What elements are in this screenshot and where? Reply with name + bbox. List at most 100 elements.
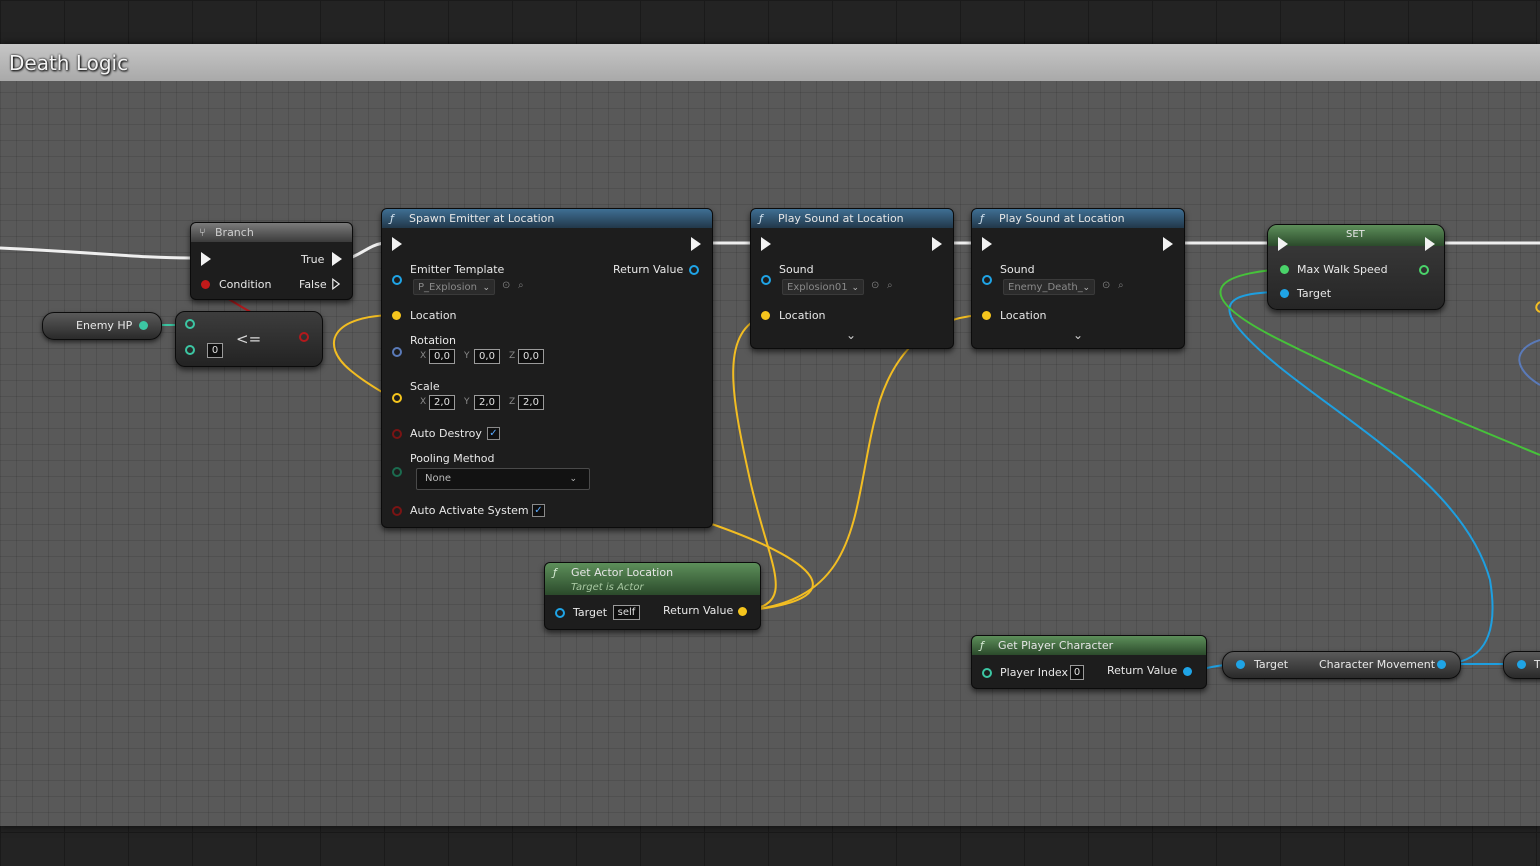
branch-exec-in-pin[interactable] bbox=[201, 252, 211, 266]
rotation-y-field[interactable]: 0,0 bbox=[474, 349, 500, 364]
spawn-rotation-pin[interactable] bbox=[392, 347, 402, 357]
chevron-down-icon: ⌄ bbox=[1082, 283, 1090, 293]
checkmark-icon: ✓ bbox=[489, 428, 498, 439]
compare-b-value-field[interactable]: 0 bbox=[207, 343, 223, 358]
character-movement-target-pin[interactable] bbox=[1236, 660, 1245, 669]
vector-wire-edge bbox=[1535, 301, 1540, 313]
set-exec-out-pin[interactable] bbox=[1425, 237, 1435, 251]
branch-condition-pin[interactable] bbox=[201, 280, 210, 289]
spawn-emitter-template-combo[interactable]: P_Explosion ⌄ bbox=[413, 279, 495, 295]
branch-node[interactable]: ⑂ Branch True Condition False bbox=[190, 222, 353, 300]
get-actor-location-return-pin[interactable] bbox=[738, 607, 747, 616]
set-node[interactable]: SET Max Walk Speed Target bbox=[1267, 224, 1445, 310]
compare-node[interactable]: 0 <= bbox=[175, 311, 323, 367]
play-sound-1-sound-pin[interactable] bbox=[761, 275, 771, 285]
branch-true-pin[interactable] bbox=[332, 252, 342, 266]
expand-chevron-down-icon[interactable]: ⌄ bbox=[846, 328, 856, 342]
play-sound-2-sound-combo[interactable]: Enemy_Death_ ⌄ bbox=[1003, 279, 1095, 295]
spawn-exec-in-pin[interactable] bbox=[392, 237, 402, 251]
struct-wire-edge bbox=[1518, 339, 1540, 386]
spawn-auto-destroy-checkbox[interactable]: ✓ bbox=[487, 427, 500, 440]
scale-x-field[interactable]: 2,0 bbox=[429, 395, 455, 410]
get-player-character-index-field[interactable]: 0 bbox=[1070, 665, 1084, 680]
spawn-pooling-pin[interactable] bbox=[392, 467, 402, 477]
rotation-y-axis-label: Y bbox=[464, 351, 470, 361]
get-actor-location-target-pin[interactable] bbox=[555, 608, 565, 618]
set-exec-in-pin[interactable] bbox=[1278, 237, 1288, 251]
get-actor-location-return-label: Return Value bbox=[663, 604, 734, 617]
branch-true-label: True bbox=[301, 253, 325, 266]
spawn-emitter-template-value: P_Explosion bbox=[418, 282, 477, 293]
browse-icon[interactable]: ⊙ bbox=[502, 280, 510, 291]
spawn-location-label: Location bbox=[410, 309, 457, 322]
chevron-down-icon: ⌄ bbox=[851, 283, 859, 293]
offscreen-node[interactable]: T bbox=[1503, 651, 1540, 679]
spawn-scale-pin[interactable] bbox=[392, 393, 402, 403]
play-sound-1-exec-in-pin[interactable] bbox=[761, 237, 771, 251]
set-target-label: Target bbox=[1297, 287, 1332, 300]
rotation-z-axis-label: Z bbox=[509, 351, 516, 361]
spawn-return-value-pin[interactable] bbox=[689, 265, 699, 275]
branch-false-pin[interactable] bbox=[332, 278, 340, 290]
function-icon: ƒ bbox=[390, 212, 394, 225]
function-icon: ƒ bbox=[980, 639, 984, 652]
rotation-x-field[interactable]: 0,0 bbox=[429, 349, 455, 364]
spawn-emitter-title: Spawn Emitter at Location bbox=[409, 212, 555, 225]
get-actor-location-title: Get Actor Location bbox=[571, 566, 674, 579]
get-player-character-node[interactable]: ƒ Get Player Character Player Index 0 Re… bbox=[971, 635, 1207, 689]
get-player-character-index-pin[interactable] bbox=[982, 668, 992, 678]
play-sound-1-location-pin[interactable] bbox=[761, 311, 770, 320]
spawn-auto-destroy-pin[interactable] bbox=[392, 429, 402, 439]
spawn-emitter-template-pin[interactable] bbox=[392, 275, 402, 285]
search-icon[interactable]: ⌕ bbox=[518, 280, 524, 291]
spawn-pooling-combo[interactable]: None ⌄ bbox=[416, 468, 590, 490]
play-sound-2-exec-out-pin[interactable] bbox=[1163, 237, 1173, 251]
set-max-walk-speed-out-pin[interactable] bbox=[1419, 265, 1429, 275]
play-sound-node-1[interactable]: ƒ Play Sound at Location Sound Explosion… bbox=[750, 208, 954, 349]
play-sound-1-sound-label: Sound bbox=[779, 263, 814, 276]
get-player-character-return-pin[interactable] bbox=[1183, 667, 1192, 676]
spawn-auto-activate-pin[interactable] bbox=[392, 506, 402, 516]
scale-z-field[interactable]: 2,0 bbox=[518, 395, 544, 410]
spawn-auto-activate-checkbox[interactable]: ✓ bbox=[532, 504, 545, 517]
compare-out-pin[interactable] bbox=[299, 332, 309, 342]
play-sound-2-location-pin[interactable] bbox=[982, 311, 991, 320]
play-sound-node-2[interactable]: ƒ Play Sound at Location Sound Enemy_Dea… bbox=[971, 208, 1185, 349]
spawn-auto-activate-label: Auto Activate System bbox=[410, 504, 529, 517]
browse-icon[interactable]: ⊙ bbox=[871, 280, 879, 291]
rotation-z-field[interactable]: 0,0 bbox=[518, 349, 544, 364]
rotation-x-axis-label: X bbox=[420, 351, 427, 361]
set-target-pin[interactable] bbox=[1280, 289, 1289, 298]
spawn-exec-out-pin[interactable] bbox=[691, 237, 701, 251]
browse-icon[interactable]: ⊙ bbox=[1102, 280, 1110, 291]
character-movement-out-pin[interactable] bbox=[1437, 660, 1446, 669]
offscreen-node-target-pin[interactable] bbox=[1517, 660, 1526, 669]
spawn-pooling-label: Pooling Method bbox=[410, 452, 495, 465]
enemy-hp-out-pin[interactable] bbox=[139, 321, 148, 330]
character-movement-getter-node[interactable]: Target Character Movement bbox=[1222, 651, 1461, 679]
set-max-walk-speed-pin[interactable] bbox=[1280, 265, 1289, 274]
spawn-pooling-value: None bbox=[425, 473, 452, 484]
spawn-auto-destroy-label: Auto Destroy bbox=[410, 427, 482, 440]
spawn-location-pin[interactable] bbox=[392, 311, 401, 320]
scale-y-field[interactable]: 2,0 bbox=[474, 395, 500, 410]
vector-wire-sound2-location bbox=[741, 314, 988, 612]
function-icon: ƒ bbox=[553, 566, 557, 579]
search-icon[interactable]: ⌕ bbox=[1118, 280, 1124, 291]
character-movement-target-label: Target bbox=[1254, 658, 1289, 671]
search-icon[interactable]: ⌕ bbox=[887, 280, 893, 291]
expand-chevron-down-icon[interactable]: ⌄ bbox=[1073, 328, 1083, 342]
play-sound-2-exec-in-pin[interactable] bbox=[982, 237, 992, 251]
offscreen-node-label: T bbox=[1534, 658, 1540, 671]
play-sound-1-exec-out-pin[interactable] bbox=[932, 237, 942, 251]
get-actor-location-node[interactable]: ƒ Get Actor Location Target is Actor Tar… bbox=[544, 562, 761, 630]
compare-b-pin[interactable] bbox=[185, 345, 195, 355]
enemy-hp-variable-node[interactable]: Enemy HP bbox=[42, 312, 162, 340]
play-sound-1-sound-combo[interactable]: Explosion01 ⌄ bbox=[782, 279, 864, 295]
function-icon: ƒ bbox=[759, 212, 763, 225]
get-actor-location-target-field[interactable]: self bbox=[613, 605, 640, 620]
play-sound-2-sound-pin[interactable] bbox=[982, 275, 992, 285]
compare-a-pin[interactable] bbox=[185, 319, 195, 329]
spawn-emitter-node[interactable]: ƒ Spawn Emitter at Location Emitter Temp… bbox=[381, 208, 713, 528]
branch-icon: ⑂ bbox=[199, 226, 206, 239]
